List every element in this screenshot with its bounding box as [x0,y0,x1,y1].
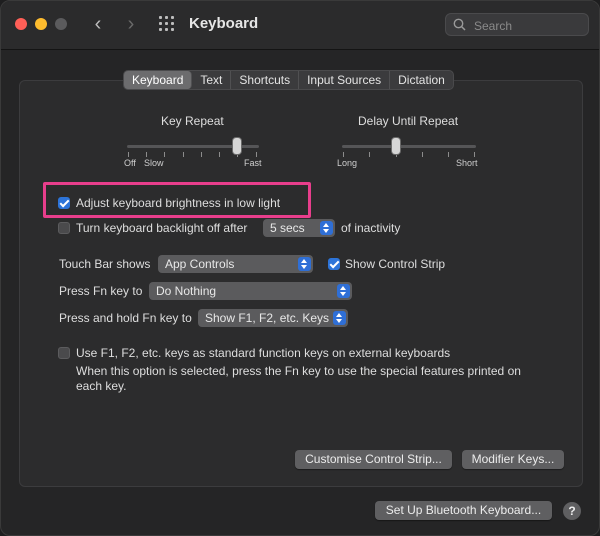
press-fn-popup[interactable]: Do Nothing [149,282,352,300]
use-f-keys-description-1: When this option is selected, press the … [76,364,521,378]
slider-tick [183,152,184,157]
delay-track[interactable] [342,145,476,148]
delay-short-label: Short [456,158,478,168]
key-repeat-slow-label: Slow [144,158,164,168]
zoom-window-button[interactable] [55,18,67,30]
slider-tick [474,152,475,157]
use-f-keys-label: Use F1, F2, etc. keys as standard functi… [76,346,451,360]
tab-input-sources[interactable]: Input Sources [299,71,391,89]
slider-tick [448,152,449,157]
forward-chevron-icon[interactable]: › [121,13,141,35]
press-hold-fn-popup[interactable]: Show F1, F2, etc. Keys [198,309,348,327]
show-control-strip-label: Show Control Strip [345,257,446,271]
setup-bluetooth-keyboard-button[interactable]: Set Up Bluetooth Keyboard... [375,501,552,520]
delay-until-repeat-label: Delay Until Repeat [358,114,459,128]
press-fn-label: Press Fn key to [59,284,143,298]
delay-long-label: Long [337,158,358,168]
touch-bar-shows-label: Touch Bar shows [59,257,151,271]
popup-arrows-icon [333,311,346,325]
slider-tick [201,152,202,157]
tab-keyboard[interactable]: Keyboard [124,71,193,89]
search-field[interactable] [445,13,589,36]
key-repeat-knob[interactable] [233,138,241,154]
slider-tick [219,152,220,157]
backlight-off-checkbox[interactable] [58,222,70,234]
slider-tick [343,152,344,157]
touch-bar-shows-popup[interactable]: App Controls [158,255,313,273]
backlight-timeout-value: 5 secs [270,221,305,235]
press-hold-fn-label: Press and hold Fn key to [59,311,192,325]
tab-shortcuts[interactable]: Shortcuts [231,71,300,89]
search-icon [453,18,466,31]
keyboard-preferences-window: ‹ › Keyboard Keyboard Text Shortcuts Inp… [0,0,600,536]
touch-bar-shows-value: App Controls [165,257,235,271]
modifier-keys-button[interactable]: Modifier Keys... [462,450,564,469]
tab-text[interactable]: Text [192,71,232,89]
customise-control-strip-button[interactable]: Customise Control Strip... [295,450,452,469]
close-window-button[interactable] [15,18,27,30]
delay-knob[interactable] [392,138,400,154]
slider-tick [256,152,257,157]
press-hold-fn-value: Show F1, F2, etc. Keys [205,311,330,325]
slider-tick [422,152,423,157]
adjust-brightness-checkbox[interactable] [58,197,70,209]
adjust-brightness-label: Adjust keyboard brightness in low light [76,196,281,210]
back-chevron-icon[interactable]: ‹ [88,13,108,35]
key-repeat-off-label: Off [124,158,136,168]
press-fn-value: Do Nothing [156,284,217,298]
show-all-grid-icon[interactable] [159,16,175,32]
backlight-timeout-popup[interactable]: 5 secs [263,219,335,237]
tab-bar: Keyboard Text Shortcuts Input Sources Di… [123,70,454,90]
title-bar: ‹ › Keyboard [1,1,599,50]
tab-dictation[interactable]: Dictation [390,71,453,89]
popup-arrows-icon [298,257,311,271]
inactivity-label: of inactivity [341,221,401,235]
show-control-strip-checkbox[interactable] [328,258,340,270]
popup-arrows-icon [337,284,350,298]
help-button[interactable]: ? [563,502,581,520]
backlight-off-label: Turn keyboard backlight off after [76,221,248,235]
search-input[interactable] [472,17,586,34]
slider-tick [164,152,165,157]
use-f-keys-description-2: each key. [76,379,127,393]
key-repeat-fast-label: Fast [244,158,262,168]
minimize-window-button[interactable] [35,18,47,30]
slider-tick [146,152,147,157]
window-title: Keyboard [189,15,259,32]
slider-tick [369,152,370,157]
use-f-keys-checkbox[interactable] [58,347,70,359]
slider-tick [128,152,129,157]
key-repeat-label: Key Repeat [161,114,224,128]
popup-arrows-icon [320,221,333,235]
